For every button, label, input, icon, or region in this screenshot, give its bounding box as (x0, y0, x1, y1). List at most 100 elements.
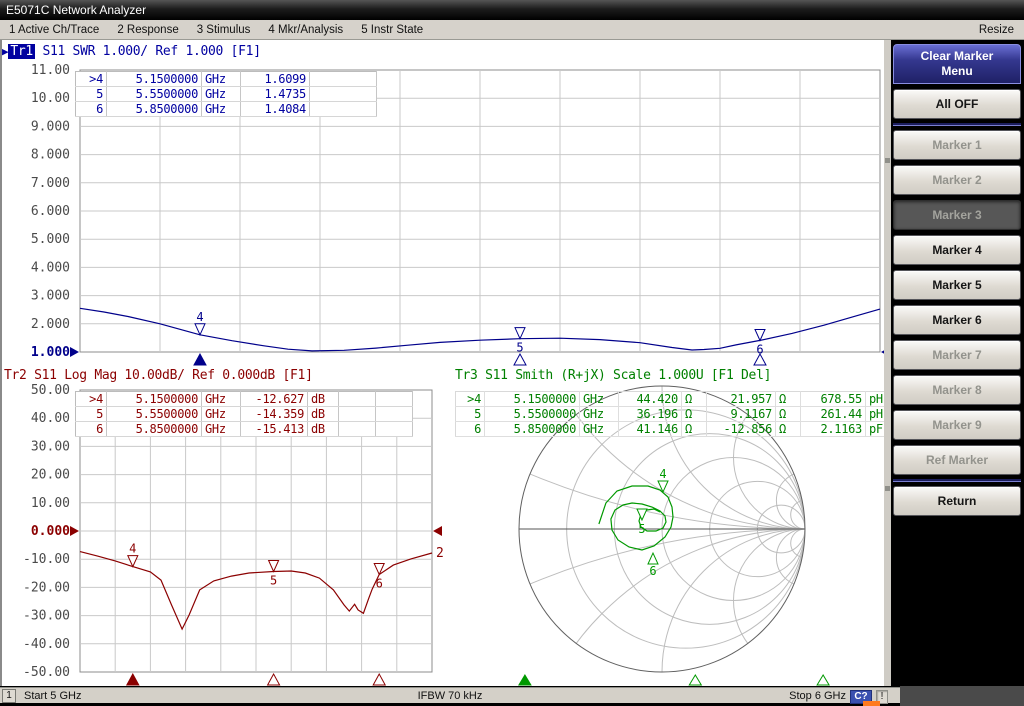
tr1-header: ▶Tr1 S11 SWR 1.000/ Ref 1.000 [F1] (2, 44, 261, 59)
softkey-all-off[interactable]: All OFF (893, 89, 1021, 119)
softkey-marker-9[interactable]: Marker 9 (893, 410, 1021, 440)
marker-table-cell: 678.55 (801, 392, 866, 407)
marker-table-cell: Ω (682, 422, 707, 437)
svg-text:6: 6 (376, 576, 383, 590)
marker-table-cell: 5.5500000 (107, 407, 202, 422)
softkey-panel: Clear Marker Menu All OFF Marker 1 Marke… (891, 40, 1024, 686)
svg-text:10.00: 10.00 (31, 91, 70, 106)
marker-table-cell: 5 (456, 407, 485, 422)
tr1-marker-table: >45.1500000GHz1.609955.5500000GHz1.47356… (75, 71, 377, 117)
marker-table-cell: 5.1500000 (485, 392, 580, 407)
marker-table-cell (310, 87, 377, 102)
tr3-marker-table: >45.1500000GHz44.420Ω21.957Ω678.55pH55.5… (455, 391, 897, 437)
window-title: E5071C Network Analyzer (6, 3, 146, 17)
svg-text:0.000: 0.000 (31, 524, 70, 539)
marker-indicator (194, 354, 206, 365)
marker-table-cell: 1.6099 (241, 72, 310, 87)
softkey-marker-7[interactable]: Marker 7 (893, 340, 1021, 370)
taskbar-notification (863, 701, 880, 706)
marker-table-cell: Ω (682, 392, 707, 407)
ifbw-label: IFBW 70 kHz (0, 690, 900, 702)
marker-table-cell: dB (308, 392, 339, 407)
softkey-marker-5[interactable]: Marker 5 (893, 270, 1021, 300)
softkey-separator (893, 479, 1021, 481)
ref-level-arrow (433, 526, 442, 536)
softkey-marker-3[interactable]: Marker 3 (893, 200, 1021, 230)
marker-table-cell: 5.5500000 (485, 407, 580, 422)
svg-text:2.000: 2.000 (31, 317, 70, 332)
marker-table-cell: GHz (580, 392, 619, 407)
svg-text:10.00: 10.00 (31, 496, 70, 511)
marker-table-row: 55.5500000GHz36.196Ω9.1167Ω261.44pH (456, 407, 897, 422)
marker-table-row: >45.1500000GHz1.6099 (76, 72, 377, 87)
tr2-marker-table: >45.1500000GHz-12.627dB55.5500000GHz-14.… (75, 391, 413, 437)
softkey-menu-title: Clear Marker Menu (893, 44, 1021, 84)
menu-item-resize[interactable]: Resize (969, 24, 1024, 36)
softkey-marker-8[interactable]: Marker 8 (893, 375, 1021, 405)
menu-item-instr-state[interactable]: 5 Instr State (352, 24, 432, 36)
svg-text:9.000: 9.000 (31, 119, 70, 134)
marker-table-cell: 21.957 (707, 392, 776, 407)
menu-bar: 1 Active Ch/Trace 2 Response 3 Stimulus … (0, 20, 1024, 40)
marker-table-cell: 44.420 (619, 392, 682, 407)
marker-table-cell: Ω (776, 422, 801, 437)
marker-table-cell (339, 422, 376, 437)
scrollbar-tick (885, 486, 890, 491)
svg-text:1.000: 1.000 (31, 345, 70, 360)
marker-table-cell: 1.4084 (241, 102, 310, 117)
marker-table-cell: Ω (682, 407, 707, 422)
marker-indicator (127, 674, 139, 685)
marker-table-cell: 41.146 (619, 422, 682, 437)
menu-item-stimulus[interactable]: 3 Stimulus (188, 24, 260, 36)
menu-item-response[interactable]: 2 Response (108, 24, 187, 36)
marker-table-cell: >4 (76, 392, 107, 407)
marker-indicator (268, 674, 280, 685)
svg-text:11.00: 11.00 (31, 63, 70, 78)
marker-table-cell (376, 422, 413, 437)
marker-table-cell: 9.1167 (707, 407, 776, 422)
marker-table-row: 65.8500000GHz-15.413dB (76, 422, 413, 437)
marker-indicator (373, 674, 385, 685)
menu-scrollbar[interactable] (884, 40, 891, 686)
tr3-header: Tr3 S11 Smith (R+jX) Scale 1.000U [F1 De… (455, 368, 771, 383)
marker-table-row: >45.1500000GHz44.420Ω21.957Ω678.55pH (456, 392, 897, 407)
marker-table-cell: 5.1500000 (107, 392, 202, 407)
menu-item-active-ch-trace[interactable]: 1 Active Ch/Trace (0, 24, 108, 36)
softkey-return[interactable]: Return (893, 486, 1021, 516)
softkey-marker-6[interactable]: Marker 6 (893, 305, 1021, 335)
svg-text:-50.00: -50.00 (23, 665, 70, 680)
softkey-marker-1[interactable]: Marker 1 (893, 130, 1021, 160)
svg-text:-20.00: -20.00 (23, 580, 70, 595)
title-bar: E5071C Network Analyzer (0, 0, 1024, 20)
softkey-marker-2[interactable]: Marker 2 (893, 165, 1021, 195)
svg-text:5: 5 (638, 522, 645, 536)
ref-level-arrow (70, 347, 79, 357)
menu-item-mkr-analysis[interactable]: 4 Mkr/Analysis (259, 24, 352, 36)
svg-text:-10.00: -10.00 (23, 552, 70, 567)
marker-table-cell: 5 (76, 87, 107, 102)
marker-table-row: 55.5500000GHz1.4735 (76, 87, 377, 102)
softkey-ref-marker[interactable]: Ref Marker (893, 445, 1021, 475)
softkey-marker-4[interactable]: Marker 4 (893, 235, 1021, 265)
bottom-bar: 1 Start 5 GHz IFBW 70 kHz Stop 6 GHz C? … (0, 686, 1024, 706)
marker-table-cell: 5.5500000 (107, 87, 202, 102)
marker-table-cell: 261.44 (801, 407, 866, 422)
marker-table-cell: GHz (580, 407, 619, 422)
marker-table-cell: Ω (776, 407, 801, 422)
marker-table-cell: GHz (202, 407, 241, 422)
ref-level-arrow (70, 526, 79, 536)
marker-table-cell: GHz (202, 72, 241, 87)
marker-table-row: 55.5500000GHz-14.359dB (76, 407, 413, 422)
tr2-header: Tr2 S11 Log Mag 10.00dB/ Ref 0.000dB [F1… (4, 368, 313, 383)
marker-table-row: 65.8500000GHz41.146Ω-12.856Ω2.1163pF (456, 422, 897, 437)
marker-table-cell: 1.4735 (241, 87, 310, 102)
svg-text:2: 2 (436, 546, 444, 561)
svg-text:-40.00: -40.00 (23, 637, 70, 652)
marker-table-cell: 6 (456, 422, 485, 437)
svg-text:-30.00: -30.00 (23, 609, 70, 624)
svg-text:5.000: 5.000 (31, 232, 70, 247)
marker-table-cell: GHz (202, 422, 241, 437)
marker-table-cell (376, 407, 413, 422)
svg-text:3.000: 3.000 (31, 289, 70, 304)
marker-table-cell (310, 72, 377, 87)
